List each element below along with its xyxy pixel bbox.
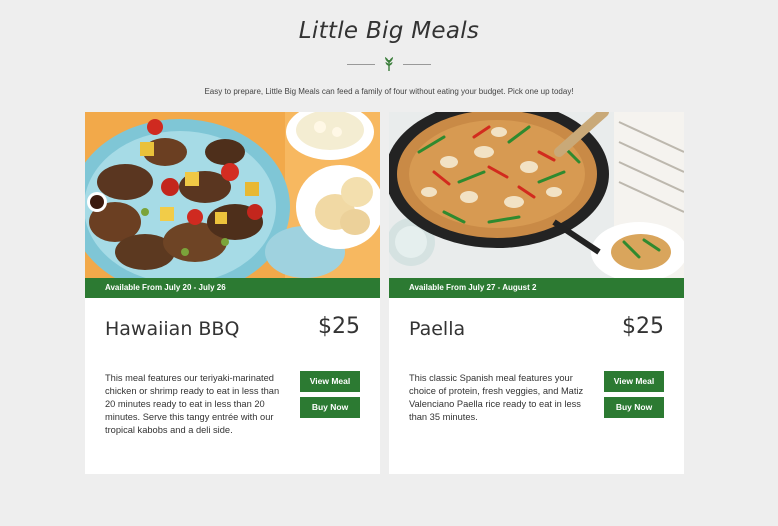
view-meal-button[interactable]: View Meal [300,371,360,392]
buy-now-button[interactable]: Buy Now [300,397,360,418]
meal-card-hawaiian-bbq: Available From July 20 - July 26 Hawaiia… [85,112,380,474]
buy-now-button[interactable]: Buy Now [604,397,664,418]
page-subtitle: Easy to prepare, Little Big Meals can fe… [204,87,574,96]
meal-price: $25 [622,314,664,339]
meal-name: Hawaiian BBQ [105,318,240,340]
page-title: Little Big Meals [298,18,480,44]
availability-banner: Available From July 20 - July 26 [85,278,380,298]
divider-line-right [403,63,431,65]
meal-name: Paella [409,318,466,340]
availability-banner: Available From July 27 - August 2 [389,278,684,298]
title-divider [0,56,778,72]
meal-price: $25 [318,314,360,339]
hawaiian-bbq-image[interactable] [85,112,380,278]
view-meal-button[interactable]: View Meal [604,371,664,392]
divider-line-left [347,63,375,65]
meal-description: This meal features our teriyaki-marinate… [105,373,280,435]
meal-card-paella: Available From July 27 - August 2 Paella… [389,112,684,474]
paella-image[interactable] [389,112,684,278]
sprig-icon [385,57,393,71]
meal-description: This classic Spanish meal features your … [409,373,584,422]
